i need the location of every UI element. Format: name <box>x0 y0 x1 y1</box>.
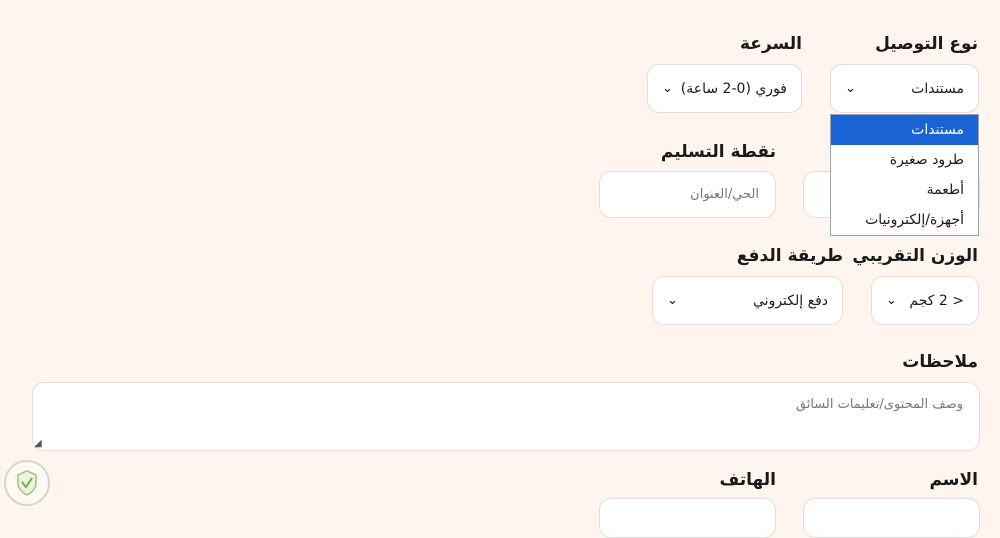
delivery-type-select[interactable]: مستندات ⌄ <box>830 64 979 113</box>
speed-value: فوري (0-2 ساعة) <box>680 80 787 97</box>
shield-logo-icon <box>4 460 50 506</box>
dropoff-label: نقطة التسليم <box>660 142 776 162</box>
weight-select[interactable]: < 2 كجم ⌄ <box>871 276 979 325</box>
name-label: الاسم <box>929 470 978 490</box>
delivery-type-label: نوع التوصيل <box>875 34 978 54</box>
notes-placeholder: وصف المحتوى/تعليمات السائق <box>795 397 963 412</box>
dropdown-option[interactable]: طرود صغيرة <box>831 145 978 175</box>
payment-value: دفع إلكتروني <box>753 292 828 309</box>
dropdown-option[interactable]: أطعمة <box>831 175 978 205</box>
notes-textarea[interactable]: وصف المحتوى/تعليمات السائق <box>32 382 980 451</box>
delivery-type-dropdown[interactable]: مستندات طرود صغيرة أطعمة أجهزة/إلكترونيا… <box>830 114 979 236</box>
phone-input[interactable] <box>599 498 776 538</box>
weight-value: < 2 كجم <box>909 292 964 309</box>
speed-label: السرعة <box>739 34 802 54</box>
payment-select[interactable]: دفع إلكتروني ⌄ <box>652 276 843 325</box>
speed-select[interactable]: فوري (0-2 ساعة) ⌄ <box>647 64 802 113</box>
notes-label: ملاحظات <box>902 352 978 372</box>
chevron-down-icon: ⌄ <box>667 293 678 308</box>
phone-label: الهاتف <box>719 470 776 490</box>
dropoff-input[interactable]: الحي/العنوان <box>599 171 776 218</box>
chevron-down-icon: ⌄ <box>886 293 897 308</box>
chevron-down-icon: ⌄ <box>845 81 856 96</box>
chevron-down-icon: ⌄ <box>662 81 673 96</box>
delivery-type-value: مستندات <box>911 80 964 97</box>
resize-handle-icon[interactable]: ◢ <box>34 438 42 449</box>
payment-label: طريقة الدفع <box>736 246 843 266</box>
name-input[interactable] <box>803 498 980 538</box>
dropdown-option[interactable]: أجهزة/إلكترونيات <box>831 205 978 235</box>
dropoff-placeholder: الحي/العنوان <box>690 187 759 202</box>
weight-label: الوزن التقريبي <box>852 246 978 266</box>
dropdown-option[interactable]: مستندات <box>831 115 978 145</box>
